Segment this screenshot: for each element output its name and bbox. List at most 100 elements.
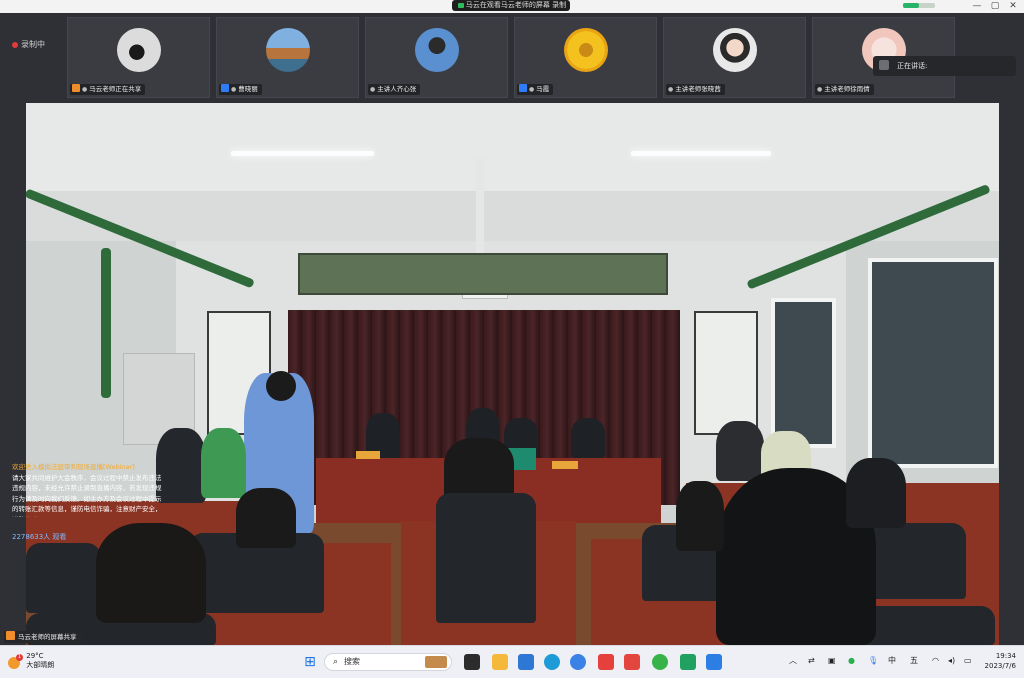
room-window (868, 258, 998, 468)
app-icon[interactable] (706, 654, 722, 670)
wall-banner (298, 253, 668, 295)
tray-app-icon[interactable]: ● (848, 655, 855, 667)
clock-time: 19:34 (995, 652, 1016, 660)
name-plate (552, 461, 578, 469)
chair (26, 543, 101, 613)
active-speaker-indicator: 正在讲话: (873, 56, 1016, 76)
system-clock[interactable]: 19:34 2023/7/6 (985, 651, 1016, 671)
weather-desc: 大部晴朗 (26, 661, 55, 669)
role-badge-icon (221, 84, 229, 92)
participant-name-label: ● 马霞 (517, 84, 554, 95)
mic-icon: ● (231, 86, 237, 93)
mic-icon: ● (668, 86, 674, 93)
volume-icon[interactable]: ◂) (948, 655, 955, 667)
avatar (266, 28, 310, 72)
role-badge-icon (72, 84, 80, 92)
screen-share-status: 马云老师的屏幕共享 (4, 631, 82, 643)
recording-dot-icon (12, 42, 18, 48)
participant-tile-4[interactable]: ● 马霞 (514, 17, 657, 98)
seated-figure-back (236, 488, 296, 548)
viewer-count: 2278633人 观看 (12, 533, 67, 541)
speaker-icon (879, 60, 889, 70)
ime-language[interactable]: 中 (888, 655, 896, 667)
ceiling-light (631, 151, 771, 156)
seated-figure (201, 428, 246, 498)
start-menu-icon[interactable]: ⊞ (302, 654, 318, 670)
seated-figure (716, 421, 764, 481)
standing-figure-head (266, 371, 296, 401)
task-view-icon[interactable] (464, 654, 480, 670)
chair (436, 493, 536, 623)
tray-app-icon[interactable]: ⇄ (808, 655, 815, 667)
mic-icon: ● (82, 86, 88, 93)
seated-figure-back (676, 481, 724, 551)
seated-figure-back (846, 458, 906, 528)
weather-widget[interactable]: 1 29°C 大部晴朗 (8, 652, 54, 670)
recording-label: 录制中 (21, 40, 45, 49)
weather-temp: 29°C (26, 652, 44, 660)
participant-tile-3[interactable]: ● 主讲人齐心张 (365, 17, 508, 98)
mic-icon: ● (529, 86, 535, 93)
app-icon[interactable] (652, 654, 668, 670)
mail-icon[interactable] (518, 654, 534, 670)
wall-panel (694, 311, 758, 435)
participant-name-label: ● 主讲老师徐雨倩 (815, 84, 874, 95)
mic-icon: ● (370, 86, 376, 93)
live-caption-overlay: 欢迎进入模拟法庭审判现场直播[Webinar] 请大家共同维护大会秩序，会议过程… (12, 462, 162, 541)
seated-figure (156, 428, 206, 503)
avatar (713, 28, 757, 72)
role-badge-icon (519, 84, 527, 92)
participant-name-label: ● 主讲老师张晓茜 (666, 84, 725, 95)
network-signal-icon (903, 3, 935, 8)
caption-body: 请大家共同维护大会秩序，会议过程中禁止发布违法违规内容，未经允许禁止录制直播内容… (12, 473, 162, 517)
taskbar-search[interactable]: ⌕ 搜索 (324, 653, 452, 671)
presenter-badge-icon (6, 631, 15, 640)
shared-screen-video[interactable] (26, 103, 999, 645)
app-icon[interactable] (598, 654, 614, 670)
window-title-text: 马云在观看马云老师的屏幕 录制 (465, 1, 567, 9)
window-title[interactable]: 马云在观看马云老师的屏幕 录制 (452, 0, 570, 11)
avatar (117, 28, 161, 72)
avatar (564, 28, 608, 72)
participant-tile-1[interactable]: ● 马云老师正在共享 (67, 17, 210, 98)
app-icon[interactable] (624, 654, 640, 670)
participant-name-label: ● 马云老师正在共享 (70, 84, 146, 95)
wifi-icon[interactable]: ◠ (932, 655, 939, 667)
caption-title: 欢迎进入模拟法庭审判现场直播[Webinar] (12, 463, 135, 471)
room-window (771, 298, 836, 448)
avatar (415, 28, 459, 72)
edge-browser-icon[interactable] (544, 654, 560, 670)
tray-app-icon[interactable]: ▣ (828, 655, 836, 667)
participant-tile-5[interactable]: ● 主讲老师张晓茜 (663, 17, 806, 98)
ceiling (26, 103, 999, 191)
maximize-button[interactable]: ▢ (986, 0, 1004, 12)
name-plate (356, 451, 380, 459)
microphone-icon[interactable]: 🎙 (868, 655, 878, 667)
search-highlight-icon (425, 656, 447, 668)
seated-figure-back (96, 523, 206, 623)
participant-tile-2[interactable]: ● 曹晓丽 (216, 17, 359, 98)
ceiling-light (231, 151, 374, 156)
close-button[interactable]: ✕ (1004, 0, 1022, 12)
notification-badge: 1 (16, 654, 23, 661)
battery-icon[interactable]: ▭ (964, 655, 972, 667)
tray-overflow-icon[interactable]: ︿ (789, 655, 797, 667)
minimize-button[interactable]: — (968, 0, 986, 12)
participant-name-label: ● 主讲人齐心张 (368, 84, 421, 95)
meeting-app-icon[interactable] (680, 654, 696, 670)
window-titlebar: 马云在观看马云老师的屏幕 录制 — ▢ ✕ (0, 0, 1024, 13)
file-explorer-icon[interactable] (492, 654, 508, 670)
recording-indicator: 录制中 (12, 40, 45, 50)
taskbar: 1 29°C 大部晴朗 ⊞ ⌕ 搜索 ︿ ⇄ ▣ ● 🎙 中 五 ◠ ◂) ▭ 1… (0, 645, 1024, 678)
judge-figure (571, 418, 605, 458)
clock-date: 2023/7/6 (984, 662, 1016, 670)
green-pipe (101, 248, 111, 398)
browser-icon[interactable] (570, 654, 586, 670)
weather-sun-icon: 1 (8, 654, 23, 669)
participant-name-label: ● 曹晓丽 (219, 84, 262, 95)
mic-icon: ● (817, 86, 823, 93)
ceiling-beam (26, 191, 999, 241)
search-icon: ⌕ (333, 657, 339, 667)
meeting-logo-icon (458, 3, 464, 8)
ime-mode[interactable]: 五 (910, 655, 918, 667)
